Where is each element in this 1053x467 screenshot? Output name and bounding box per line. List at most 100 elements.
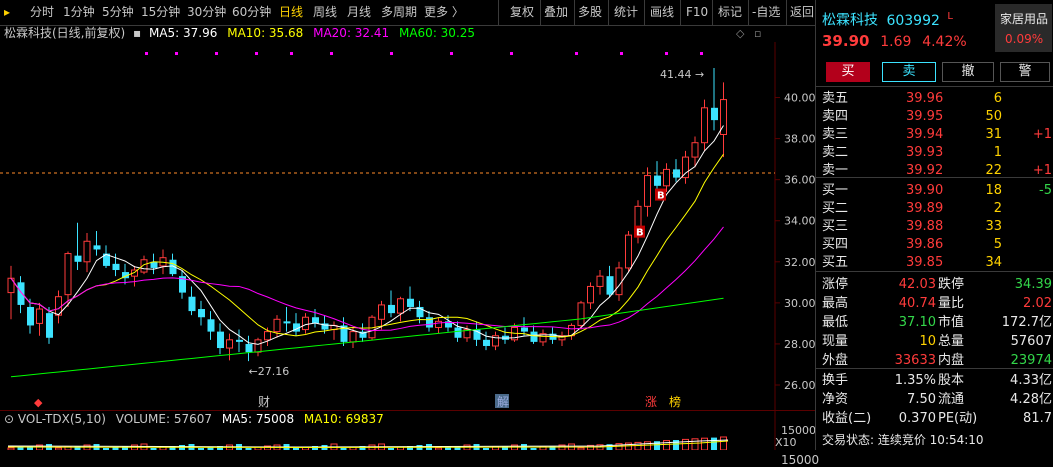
event-dot [620,52,623,55]
stat-value: 4.28亿 [1010,392,1052,407]
volume-bar [720,436,727,450]
candle-body [226,339,233,349]
event-marker[interactable]: ◆ [34,396,43,409]
candle-body [682,156,689,179]
cancel-order-button[interactable]: 撤 [942,62,994,82]
candle-body [83,240,91,263]
ma20-label: MA20: 32.41 [313,26,390,40]
period-tab-monthly[interactable]: 月线 [347,0,371,25]
toolbar-watchlist-button[interactable]: -自选 [752,0,780,25]
stat-label: PE(动) [938,411,978,426]
candle-body [283,321,291,324]
candle-body [46,313,53,338]
candle-body [691,142,699,158]
toolbar-f10-button[interactable]: F10 [686,0,708,25]
stat-value: 42.03 [898,277,936,292]
period-tab-weekly[interactable]: 周线 [313,0,337,25]
period-tab-more[interactable]: 更多 〉 [424,0,464,25]
stat-label: 收益(二) [822,411,872,426]
event-marker[interactable]: 解 [497,395,509,409]
volume-bar [701,437,708,450]
candle-body [654,175,661,186]
period-tab-multi[interactable]: 多周期 [381,0,417,25]
buy-button[interactable]: 买 [826,62,870,82]
toolbar-overlay-button[interactable]: 叠加 [544,0,568,25]
candle-body [711,107,718,121]
scroll-left-icon[interactable]: ▸ [4,0,10,25]
candle-body [74,255,82,262]
trade-status: 交易状态: 连续竞价 10:54:10 [822,433,984,447]
stat-value: 1.35% [894,373,936,388]
sector-box[interactable]: 家居用品 0.09% [995,4,1052,52]
period-tab-fenshi[interactable]: 分时 [30,0,54,25]
volume-bar [711,437,717,450]
candle-body [312,317,319,324]
expand-icon[interactable]: ▫ [754,27,761,40]
toolbar-multistock-button[interactable]: 多股 [578,0,602,25]
stat-value: 2.02 [1023,296,1052,311]
ma-legend: 松霖科技(日线,前复权) ▪ MA5: 37.96 MA10: 35.68 MA… [4,25,475,42]
period-tab-5min[interactable]: 5分钟 [102,0,134,25]
toolbar-mark-button[interactable]: 标记 [718,0,742,25]
price-axis-label: 34.00 [784,215,815,228]
candle-body [378,304,385,320]
ma60-label: MA60: 30.25 [398,26,476,40]
period-tab-daily[interactable]: 日线 [279,0,303,25]
stat-value: 4.33亿 [1010,373,1052,388]
toolbar-stats-button[interactable]: 统计 [614,0,638,25]
candle-body [36,308,43,324]
candle-body [388,304,395,314]
candle-body [236,339,243,342]
candle-body [264,331,271,341]
event-dot [290,52,293,55]
stock-tag: L [947,11,953,22]
candle-body [587,285,594,304]
candle-body [397,298,404,314]
stat-label: 量比 [938,296,965,311]
period-tab-30min[interactable]: 30分钟 [187,0,226,25]
collapse-icon[interactable]: ▪ [133,26,141,40]
bid-price[interactable]: 39.85 [906,252,943,273]
trade-button-row: 买 卖 撤 警 [816,60,1053,84]
kline-chart[interactable]: 40.00 38.00 36.00 34.00 32.00 30.00 28.00 26.00… [0,42,815,410]
stat-value: 10 [919,334,936,349]
event-dot [175,52,178,55]
stat-value: 172.7亿 [1001,315,1052,330]
event-dot [145,52,148,55]
diamond-icon[interactable]: ◇ [736,27,744,40]
stat-label: 总量 [938,334,965,349]
volume-chart[interactable] [0,410,815,450]
sector-name: 家居用品 [1000,12,1049,26]
period-tab-15min[interactable]: 15分钟 [141,0,180,25]
candle-body [435,320,442,329]
sector-change: 0.09% [1005,32,1044,46]
volume-bar [673,440,679,450]
event-dot [700,52,703,55]
sell-button[interactable]: 卖 [882,62,936,82]
period-tab-1min[interactable]: 1分钟 [63,0,95,25]
candle-body [577,302,585,326]
stat-value: 57607 [1010,334,1052,349]
price-axis-label: 32.00 [784,256,815,269]
buy-marker-label: B [636,228,644,239]
stat-label: 最高 [822,296,849,311]
toolbar-back-button[interactable]: 返回 [790,0,814,25]
candle-body [596,275,604,287]
alert-button[interactable]: 警 [1000,62,1050,82]
candle-body [93,245,101,250]
event-dot [390,52,393,55]
event-marker[interactable]: 榜 [669,394,681,409]
candle-body [188,296,196,312]
candle-body [606,276,614,295]
candle-body [302,316,309,331]
toolbar-fuquan-button[interactable]: 复权 [510,0,534,25]
candle-body [112,263,120,271]
volume-bar [691,438,699,450]
event-dot [255,52,258,55]
event-marker[interactable]: 财 [258,395,270,409]
toolbar-draw-button[interactable]: 画线 [650,0,674,25]
stat-value: 34.39 [1014,277,1052,292]
period-tab-60min[interactable]: 60分钟 [232,0,271,25]
event-marker[interactable]: 涨 [645,394,657,409]
candle-body [198,309,205,318]
